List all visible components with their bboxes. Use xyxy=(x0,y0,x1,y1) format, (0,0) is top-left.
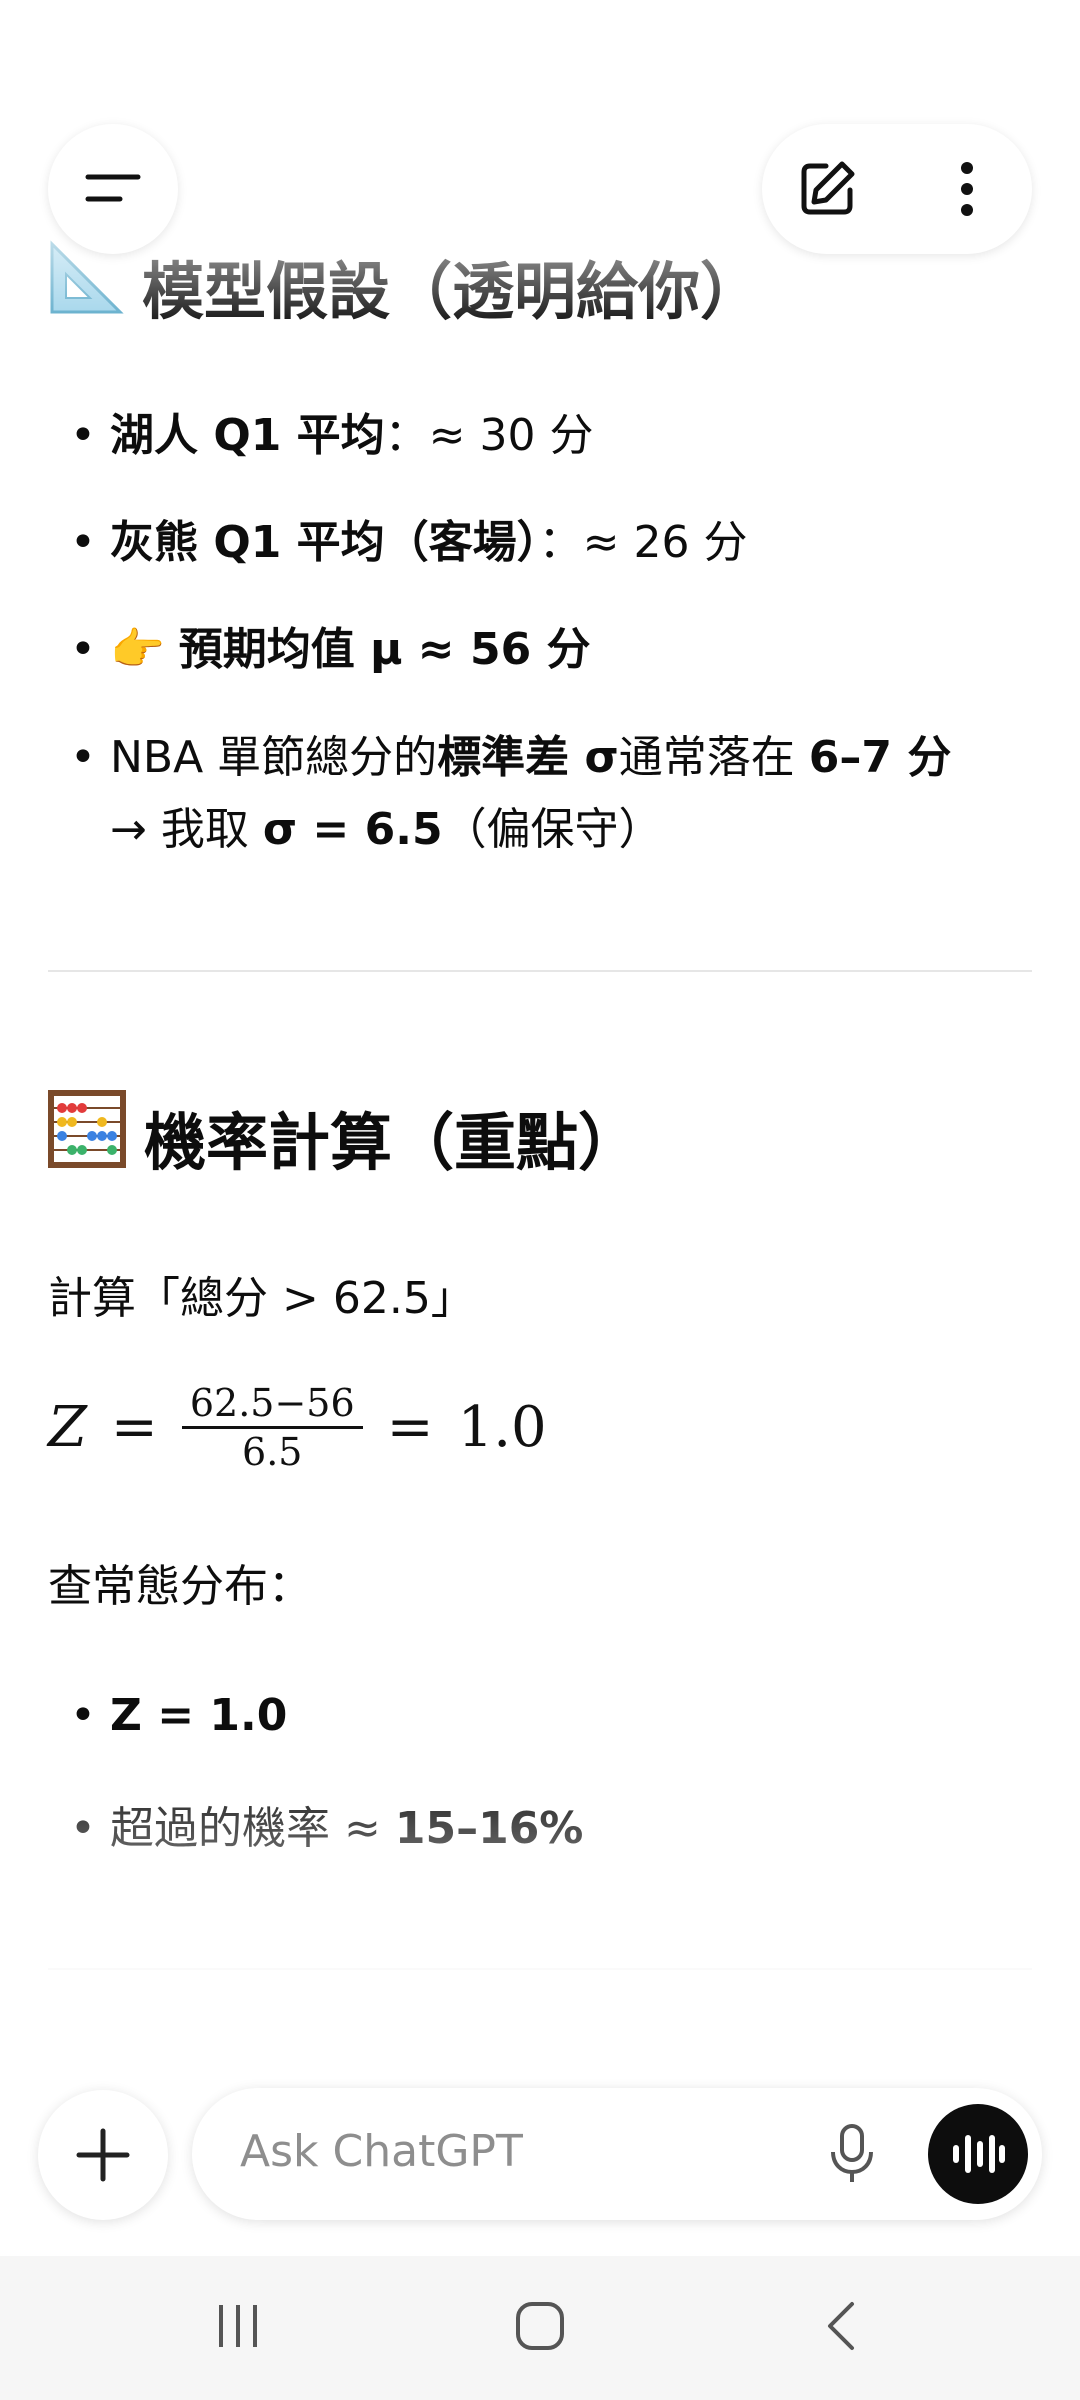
abacus-icon xyxy=(48,1090,126,1183)
intro-text: 計算「總分 > 62.5」 xyxy=(48,1273,475,1324)
mute-icon xyxy=(705,39,739,82)
volte-icon: Vo) LTE1 xyxy=(790,42,832,78)
message-input[interactable]: Ask ChatGPT xyxy=(192,2088,1042,2220)
home-icon xyxy=(516,2302,564,2350)
section-heading-model: 模型假設（透明給你） xyxy=(48,240,762,331)
system-navigation-bar xyxy=(0,2256,1080,2400)
plus-icon xyxy=(76,2128,130,2182)
microphone-icon xyxy=(831,2124,873,2182)
calendar-icon xyxy=(168,39,202,83)
more-options-button[interactable] xyxy=(902,124,1032,254)
voice-waveform-icon xyxy=(953,2135,1005,2173)
network-5g-icon: 5G ↓↑ xyxy=(843,42,870,78)
app-notification-icon xyxy=(216,38,252,83)
voice-mode-button[interactable] xyxy=(928,2104,1028,2204)
alarm-icon xyxy=(659,39,693,82)
divider xyxy=(48,970,1032,972)
back-button[interactable] xyxy=(780,2286,900,2366)
signal-icon xyxy=(882,40,914,81)
battery-percent: 85% xyxy=(925,40,1006,81)
recent-apps-button[interactable] xyxy=(178,2286,298,2366)
section-heading-probability: 機率計算（重點） xyxy=(48,1090,640,1183)
location-icon xyxy=(751,39,779,82)
z-formula: Z = 62.5−56 6.5 = 1.0 xyxy=(48,1381,547,1474)
sidebar-menu-button[interactable] xyxy=(48,124,178,254)
attach-button[interactable] xyxy=(38,2090,168,2220)
notification-dot-icon xyxy=(314,39,328,83)
status-bar: 13:36 Vo) LTE1 5G ↓↑ 85% xyxy=(0,0,1080,120)
dictation-button[interactable] xyxy=(812,2114,892,2194)
edit-icon xyxy=(801,161,855,215)
recent-apps-icon xyxy=(219,2305,257,2347)
top-actions xyxy=(762,124,1032,254)
lookup-text: 查常態分布： xyxy=(48,1561,312,1612)
more-vertical-icon xyxy=(961,162,973,216)
battery-icon xyxy=(1018,38,1040,83)
pointing-hand-icon: 👉 xyxy=(110,624,165,675)
message-input-placeholder: Ask ChatGPT xyxy=(240,2126,523,2177)
chrome-icon xyxy=(266,39,300,83)
menu-icon xyxy=(85,174,141,202)
divider xyxy=(48,1968,1032,1970)
new-chat-button[interactable] xyxy=(762,124,892,254)
status-time: 13:36 xyxy=(44,38,154,83)
home-button[interactable] xyxy=(480,2286,600,2366)
back-icon xyxy=(828,2302,854,2350)
